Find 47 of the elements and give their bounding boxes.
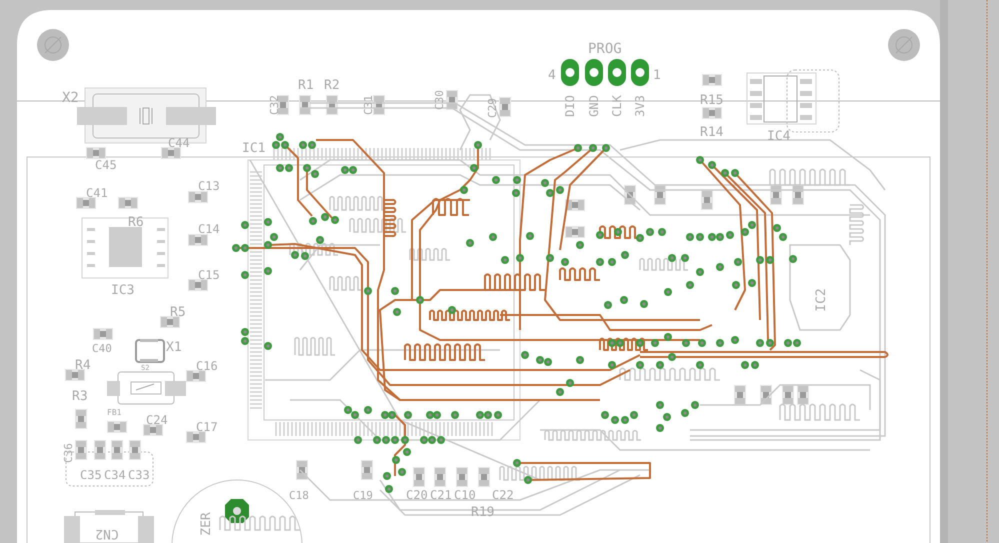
component-designator: C10 xyxy=(454,488,476,502)
header-title: PROG xyxy=(588,41,622,57)
component-designator: C44 xyxy=(168,136,190,150)
pin-label: DIO xyxy=(563,95,577,117)
component-designator: C13 xyxy=(198,179,220,193)
component-designator: IC2 xyxy=(814,288,829,312)
pin-label: 3V3 xyxy=(633,95,647,117)
component-designator: C24 xyxy=(146,413,168,427)
pin-number: 1 xyxy=(653,68,661,83)
component-designator: C17 xyxy=(196,420,218,434)
component-designator: IC1 xyxy=(242,141,266,156)
component-designator: R19 xyxy=(471,505,494,520)
pin-number: 4 xyxy=(548,68,556,83)
component-designator: R14 xyxy=(700,125,724,140)
component-designator: X1 xyxy=(166,340,182,355)
component-designator: C41 xyxy=(86,186,108,200)
component-designator: R5 xyxy=(170,305,186,320)
component-designator: C34 xyxy=(104,468,126,482)
component-designator: IC3 xyxy=(111,283,134,298)
component-designator: R2 xyxy=(324,78,340,93)
component-designator: C21 xyxy=(430,488,452,502)
component-designator: IC4 xyxy=(767,129,790,144)
component-designator: C16 xyxy=(196,359,218,373)
pin-label: CLK xyxy=(610,95,624,117)
component-designator: C45 xyxy=(95,158,117,172)
component-designator: FB1 xyxy=(107,408,122,417)
component-designator: C15 xyxy=(198,268,220,282)
component-designator: C19 xyxy=(353,489,373,502)
component-designator: ZER xyxy=(199,512,214,536)
component-designator: CN2 xyxy=(95,526,119,541)
component-designator: C31 xyxy=(362,95,375,115)
component-designator: R6 xyxy=(128,215,144,230)
component-designator: C32 xyxy=(268,95,281,115)
component-designator: R3 xyxy=(72,389,88,404)
component-designator: C30 xyxy=(433,90,446,110)
component-designator: R4 xyxy=(75,358,91,373)
component-designator: C18 xyxy=(289,489,309,502)
component-designator: C40 xyxy=(92,342,112,355)
component-designator: C20 xyxy=(406,488,428,502)
component-designator: C22 xyxy=(492,488,514,502)
component-designator: C35 xyxy=(80,468,102,482)
component-designator: C14 xyxy=(198,222,220,236)
component-designator: R1 xyxy=(298,78,314,93)
pin-label: GND xyxy=(587,95,601,117)
component-designator: C33 xyxy=(128,468,150,482)
component-designator: C29 xyxy=(486,98,499,118)
component-designator: C36 xyxy=(62,443,75,463)
